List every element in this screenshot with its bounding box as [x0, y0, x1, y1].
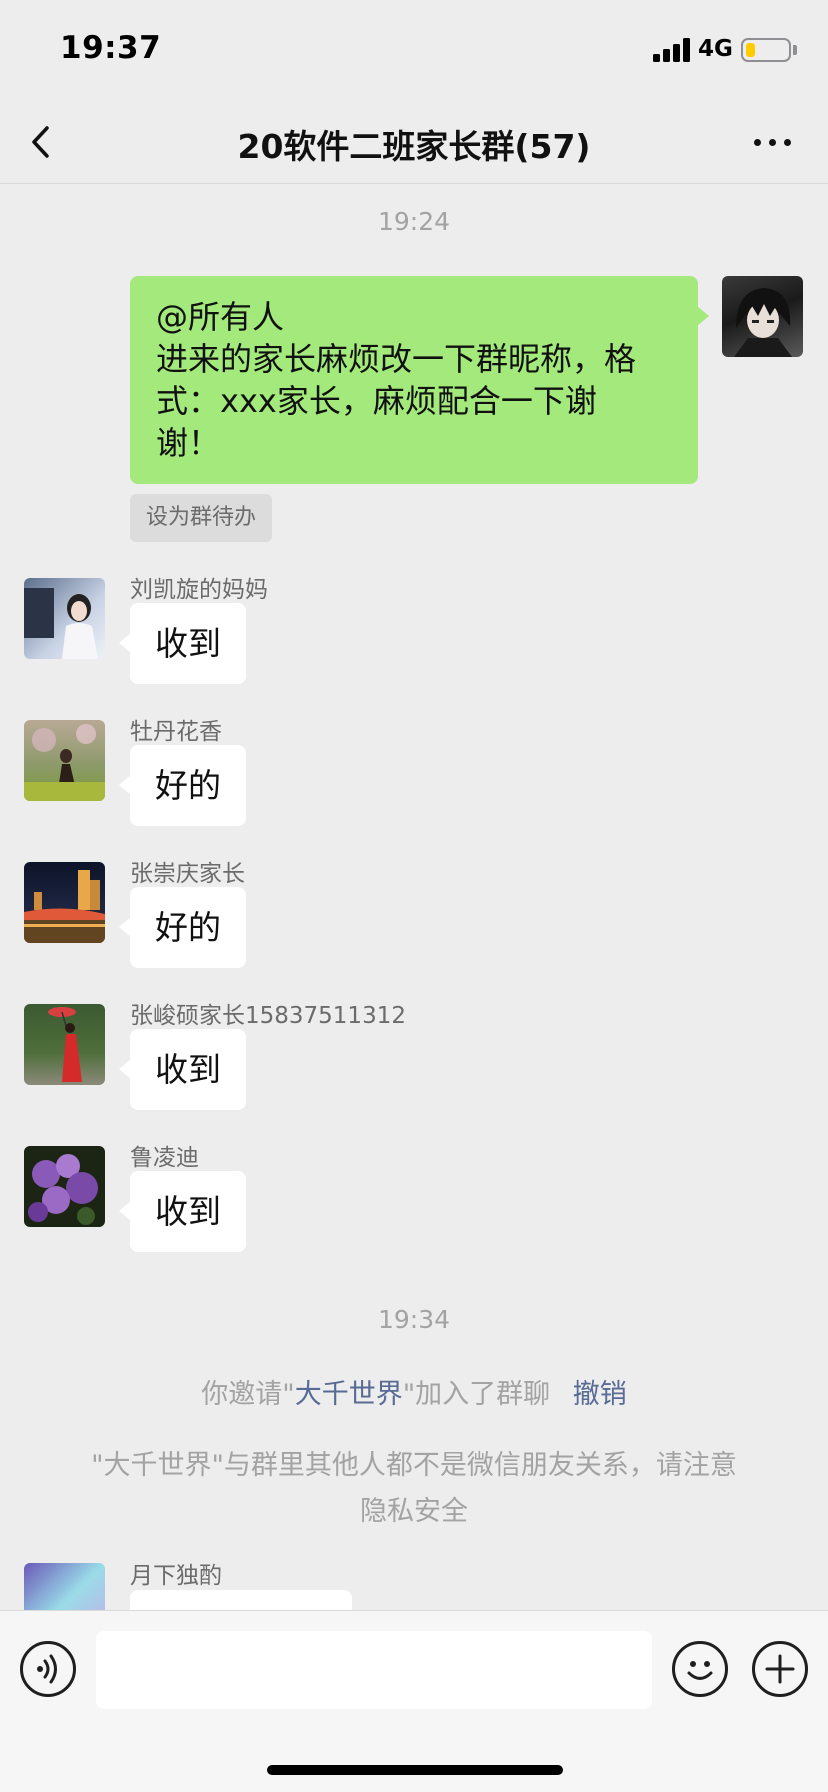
sender-name: 张峻硕家长15837511312: [130, 1003, 406, 1029]
nav-bar: 20软件二班家长群(57): [0, 100, 828, 184]
message-input[interactable]: [96, 1631, 652, 1709]
plus-icon[interactable]: [752, 1641, 808, 1697]
status-time: 19:37: [60, 30, 162, 66]
sender-name: 牡丹花香: [130, 719, 222, 745]
message-bubble[interactable]: 收到: [119, 603, 246, 684]
signal-icon: [653, 38, 691, 62]
message-line: 进来的家长麻烦改一下群昵称，格: [156, 340, 637, 378]
message-line: 谢！: [156, 424, 221, 462]
message-bubble[interactable]: 收到: [119, 1029, 246, 1110]
home-indicator: [267, 1765, 563, 1775]
set-group-todo-button[interactable]: 设为群待办: [130, 494, 273, 542]
my-avatar[interactable]: [722, 276, 803, 357]
sender-name: 刘凯旋的妈妈: [130, 577, 268, 603]
avatar[interactable]: [24, 720, 105, 801]
ellipsis-icon[interactable]: [748, 122, 798, 162]
revoke-link[interactable]: 撤销: [573, 1379, 627, 1410]
privacy-notice: "大千世界"与群里其他人都不是微信朋友关系，请注意 隐私安全: [91, 1450, 737, 1527]
my-message-bubble[interactable]: @所有人 进来的家长麻烦改一下群昵称，格 式：xxx家长，麻烦配合一下谢 谢！: [130, 276, 709, 484]
status-bar: 19:37 4G: [0, 0, 828, 100]
avatar[interactable]: [24, 1004, 105, 1085]
avatar[interactable]: [24, 1146, 105, 1227]
message-line: 式：xxx家长，麻烦配合一下谢: [156, 382, 597, 420]
sender-name: 张崇庆家长: [130, 861, 245, 887]
sender-name: 月下独酌: [130, 1563, 222, 1589]
avatar[interactable]: [24, 578, 105, 659]
invitee-name-link[interactable]: 大千世界: [295, 1379, 403, 1410]
message-bubble[interactable]: 好的: [119, 887, 246, 968]
message-bubble[interactable]: 好的: [119, 745, 246, 826]
smiley-icon[interactable]: [672, 1641, 728, 1697]
message-bubble[interactable]: 收到: [119, 1171, 246, 1252]
voice-icon[interactable]: [20, 1641, 76, 1697]
timestamp: 19:24: [377, 207, 451, 236]
sender-name: 鲁凌迪: [130, 1145, 199, 1171]
avatar[interactable]: [24, 862, 105, 943]
network-type: 4G: [698, 36, 733, 62]
chat-title: 20软件二班家长群(57): [237, 127, 591, 166]
message-line: @所有人: [156, 298, 285, 336]
battery-icon: [741, 38, 791, 62]
timestamp: 19:34: [377, 1305, 451, 1334]
invite-notice: 你邀请"大千世界"加入了群聊 撤销: [201, 1379, 627, 1410]
